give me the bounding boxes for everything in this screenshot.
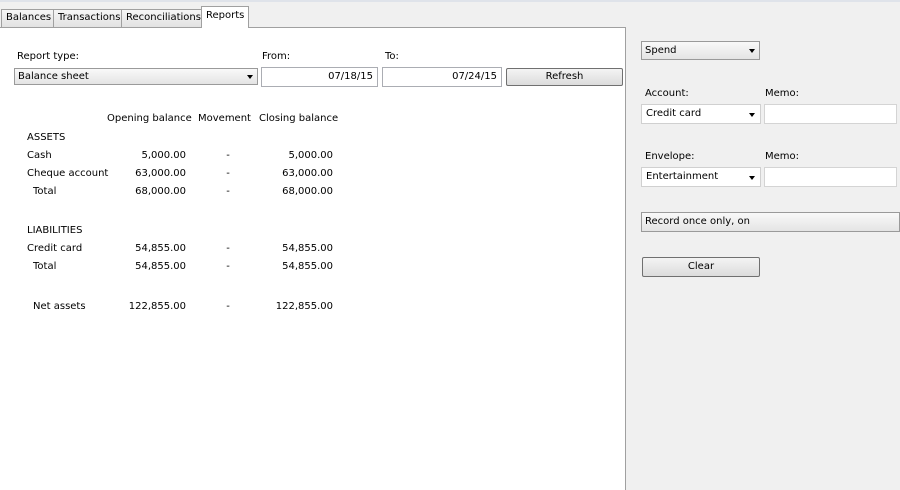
transaction-side-panel: Spend Account: Memo: Credit card Envelop…	[627, 27, 900, 490]
memo-label: Memo:	[765, 151, 800, 162]
row-opening: 5,000.00	[141, 150, 186, 161]
report-type-select[interactable]: Balance sheet	[14, 68, 258, 85]
row-movement: -	[226, 301, 230, 312]
account-label: Account:	[645, 88, 689, 99]
row-closing: 54,855.00	[282, 243, 333, 254]
from-date-input[interactable]: 07/18/15	[261, 67, 378, 87]
row-closing: 122,855.00	[275, 301, 333, 312]
report-type-label: Report type:	[17, 51, 80, 62]
tab-reports[interactable]: Reports	[201, 6, 250, 28]
transaction-type-select[interactable]: Spend	[641, 41, 760, 60]
row-movement: -	[226, 150, 230, 161]
col-header-closing: Closing balance	[259, 113, 339, 124]
transaction-type-value: Spend	[645, 45, 677, 56]
row-name: Total	[33, 261, 57, 272]
col-header-opening: Opening balance	[107, 113, 192, 124]
to-label: To:	[385, 51, 399, 62]
account-value: Credit card	[646, 108, 702, 119]
row-closing: 54,855.00	[282, 261, 333, 272]
row-closing: 63,000.00	[282, 168, 333, 179]
tab-transactions[interactable]: Transactions	[53, 9, 126, 27]
row-opening: 68,000.00	[135, 186, 186, 197]
from-label: From:	[262, 51, 291, 62]
row-opening: 63,000.00	[135, 168, 186, 179]
recurrence-value: Record once only, on	[645, 216, 750, 227]
to-date-input[interactable]: 07/24/15	[382, 67, 502, 87]
account-select[interactable]: Credit card	[641, 104, 761, 124]
liabilities-heading: LIABILITIES	[27, 225, 83, 236]
col-header-movement: Movement	[198, 113, 251, 124]
row-name: Cash	[27, 150, 52, 161]
row-movement: -	[226, 243, 230, 254]
envelope-memo-input[interactable]	[764, 167, 897, 187]
chevron-down-icon	[247, 75, 253, 79]
envelope-value: Entertainment	[646, 171, 719, 182]
recurrence-select[interactable]: Record once only, on	[641, 212, 900, 232]
envelope-select[interactable]: Entertainment	[641, 167, 761, 187]
window-top-border	[0, 0, 900, 2]
chevron-down-icon	[749, 113, 755, 117]
row-name: Net assets	[33, 301, 86, 312]
row-name: Cheque account	[27, 168, 109, 179]
row-name: Credit card	[27, 243, 83, 254]
envelope-label: Envelope:	[645, 151, 695, 162]
row-opening: 54,855.00	[135, 243, 186, 254]
memo-label: Memo:	[765, 88, 800, 99]
row-movement: -	[226, 261, 230, 272]
refresh-button[interactable]: Refresh	[506, 68, 623, 86]
row-movement: -	[226, 186, 230, 197]
memo-input[interactable]	[764, 104, 897, 124]
report-panel: Report type: Balance sheet From: 07/18/1…	[0, 27, 626, 490]
row-name: Total	[33, 186, 57, 197]
row-movement: -	[226, 168, 230, 179]
row-closing: 68,000.00	[282, 186, 333, 197]
chevron-down-icon	[749, 49, 755, 53]
assets-heading: ASSETS	[27, 132, 66, 143]
report-type-value: Balance sheet	[18, 71, 89, 82]
row-opening: 54,855.00	[135, 261, 186, 272]
chevron-down-icon	[749, 176, 755, 180]
clear-button[interactable]: Clear	[642, 257, 760, 277]
tab-balances[interactable]: Balances	[1, 9, 57, 27]
row-closing: 5,000.00	[288, 150, 333, 161]
tab-bar: Balances Transactions Reconciliations Re…	[0, 6, 626, 28]
row-opening: 122,855.00	[128, 301, 186, 312]
tab-reconciliations[interactable]: Reconciliations	[121, 9, 206, 27]
